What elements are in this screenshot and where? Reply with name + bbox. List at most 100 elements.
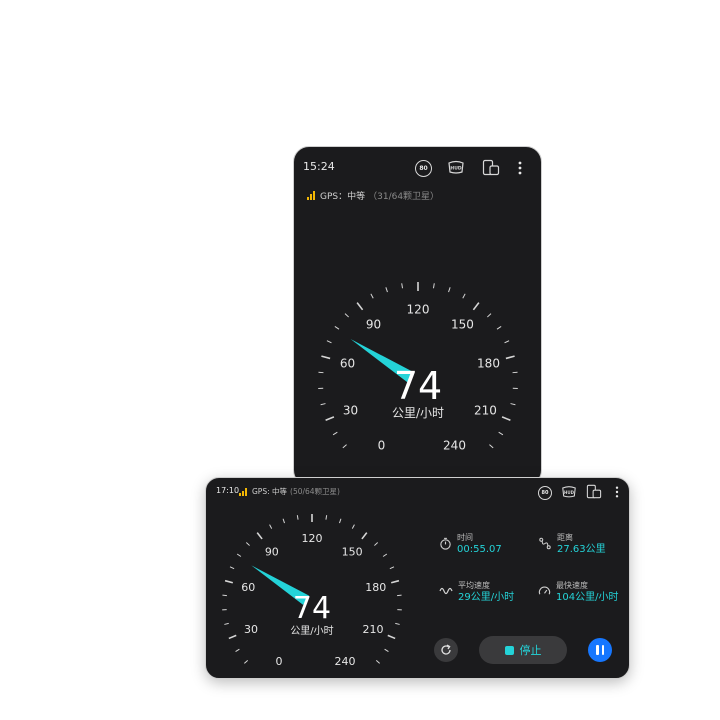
gauge-minor-tick [282,518,285,524]
gauge-minor-tick [384,648,389,652]
stop-button[interactable]: 停止 [479,636,567,664]
portrait-gauge-tick-label-180: 180 [477,356,500,370]
gauge-minor-tick [448,287,451,293]
gauge-minor-tick [389,566,395,570]
speed-limit-icon[interactable]: 80 [538,486,552,500]
stat-distance-label: 距离 [557,533,573,542]
gauge-major-tick [472,302,480,311]
gauge-minor-tick [296,515,299,520]
portrait-status-bar: 15:24 [303,160,335,173]
gps-satellites: (50/64颗卫星) [290,487,340,496]
landscape-gauge-tick-label-90: 90 [265,546,279,559]
gauge-major-tick [224,579,234,584]
gauge-minor-tick [504,340,510,344]
gauge-minor-tick [351,524,355,529]
stopwatch-icon [440,537,451,550]
gauge-minor-tick [236,553,242,557]
gps-label: GPS: 中等 [252,487,288,496]
gauge-major-tick [256,532,263,540]
gauge-minor-tick [332,431,338,436]
gauge-minor-tick [326,340,332,344]
landscape-gauge-tick-label-210: 210 [362,623,383,636]
gps-signal-icon [307,191,315,200]
gauge-major-tick [228,634,237,640]
gauge-major-tick [387,634,396,640]
gauge-major-tick [361,532,368,540]
gauge-minor-tick [370,293,374,299]
portrait-gauge-tick-label-210: 210 [474,403,497,417]
stat-time: 时间 00:55.07 [439,533,502,556]
portrait-clock: 15:24 [303,160,335,173]
portrait-gauge-speed-unit: 公里/小时 [392,406,444,420]
landscape-gauge-tick-label-180: 180 [365,581,386,594]
stop-icon [504,645,514,655]
gauge-minor-tick [401,283,404,289]
pause-button[interactable] [588,638,612,662]
portrait-gps-status: GPS：中等 （31/64颗卫星） [307,189,439,202]
gauge-minor-tick [269,524,273,529]
gauge-minor-tick [462,293,466,299]
gauge-minor-tick [432,283,435,289]
gauge-minor-tick [334,326,340,330]
gauge-minor-tick [486,313,492,318]
screen-rotate-icon[interactable] [586,484,602,499]
landscape-gauge-speed-unit: 公里/小时 [290,625,333,637]
gauge-minor-tick [489,444,494,449]
stat-max-speed-label: 最快速度 [556,581,588,590]
hud-icon[interactable]: HUD [447,160,465,175]
gauge-major-tick [505,355,515,360]
gps-label: GPS：中等 [320,192,366,202]
hud-label: HUD [450,166,461,172]
landscape-gauge-tick-label-30: 30 [244,623,258,636]
pause-icon [596,645,599,655]
gauge-minor-tick [382,553,388,557]
portrait-gauge-tick-label-60: 60 [340,356,355,370]
portrait-gauge-tick-label-120: 120 [407,302,430,316]
stat-max-speed: 最快速度 104公里/小时 [538,581,618,604]
route-icon [539,537,551,550]
gauge-minor-tick [320,403,326,406]
landscape-gauge-tick-label-60: 60 [241,581,255,594]
gauge-major-tick [390,579,400,584]
gauge-minor-tick [245,542,250,546]
gauge-minor-tick [339,518,342,524]
stat-time-label: 时间 [457,533,473,542]
gauge-major-tick [325,416,335,422]
landscape-gauge-speed-value: 74 [293,591,331,626]
screen-rotate-icon[interactable] [482,159,500,176]
more-icon[interactable] [516,159,524,176]
landscape-speedometer: 0 30 60 90 120 150 180 210 240 74公里/小时 [222,514,402,668]
stat-avg-speed-value: 29公里/小时 [458,592,515,603]
portrait-gauge-speed-value: 74 [394,364,442,408]
more-icon[interactable] [614,485,620,499]
gauge-major-tick [321,355,331,360]
portrait-gauge-tick-label-240: 240 [443,439,466,450]
gauge-minor-tick [385,287,388,293]
portrait-gauge-tick-label-0: 0 [378,439,386,450]
gauge-minor-tick [395,622,400,625]
landscape-clock: 17:10 [216,486,240,495]
gauge-minor-tick [344,313,350,318]
gauge-minor-tick [224,622,229,625]
refresh-button[interactable] [434,638,458,662]
landscape-gps-status: GPS: 中等 (50/64颗卫星) [239,486,340,497]
portrait-gauge-tick-label-30: 30 [343,403,358,417]
gauge-major-tick [356,302,364,311]
stat-avg-speed-label: 平均速度 [458,581,490,590]
portrait-speedometer: 0 30 60 90 120 150 180 210 240 74公里/小时 [318,282,518,450]
hud-label: HUD [564,490,575,495]
gauge-minor-tick [375,659,380,664]
portrait-gauge-tick-label-150: 150 [451,317,474,331]
landscape-gauge-tick-label-120: 120 [302,532,323,545]
gauge-minor-tick [325,515,328,520]
speed-limit-icon[interactable]: 80 [415,160,432,177]
gauge-minor-tick [496,326,502,330]
wave-icon [439,587,453,595]
gps-signal-icon [239,487,247,496]
landscape-status-bar: 17:10 [216,486,239,495]
stat-time-value: 00:55.07 [457,544,502,555]
gauge-minor-tick [342,444,347,449]
hud-icon[interactable]: HUD [561,485,577,499]
stat-avg-speed: 平均速度 29公里/小时 [439,581,514,604]
landscape-gauge-tick-label-0: 0 [276,655,283,668]
